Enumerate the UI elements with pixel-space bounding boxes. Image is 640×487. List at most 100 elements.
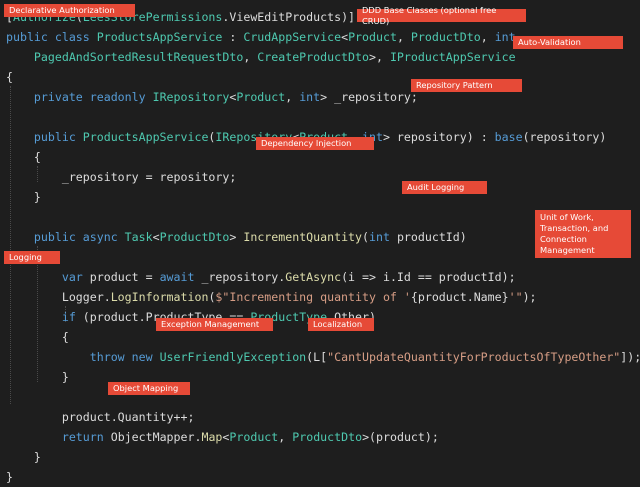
code-token: int — [299, 90, 321, 104]
code-token: base — [494, 130, 523, 144]
code-token: int — [369, 230, 390, 244]
annotation-object-mapping: Object Mapping — [108, 382, 190, 395]
code-token: GetAsync — [285, 270, 342, 284]
annotation-logging: Logging — [4, 251, 60, 264]
annotation-localization: Localization — [308, 318, 374, 331]
code-token: > — [229, 230, 244, 244]
code-token: ( — [362, 230, 370, 244]
code-line: Logger.LogInformation($"Incrementing qua… — [6, 287, 537, 307]
annotation-unit-of-work: Unit of Work, Transaction, and Connectio… — [535, 210, 631, 258]
code-line: } — [6, 447, 41, 467]
code-token: await — [159, 270, 195, 284]
code-token: , — [278, 430, 293, 444]
code-token: private readonly — [6, 90, 153, 104]
code-token: $"Incrementing quantity of ' — [215, 290, 411, 304]
code-token: >, — [368, 50, 390, 64]
code-token: UserFriendlyException — [159, 350, 307, 364]
code-token: , — [243, 50, 258, 64]
code-token: "CantUpdateQuantityForProductsOfTypeOthe… — [327, 350, 621, 364]
code-token: LogInformation — [110, 290, 209, 304]
annotation-ddd-base-classes: DDD Base Classes (optional free CRUD) — [357, 5, 526, 26]
code-token: return — [61, 430, 104, 444]
annotation-declarative-authorization: Declarative Authorization — [4, 4, 135, 17]
code-token: IRepository — [152, 90, 230, 104]
code-token: public async — [6, 230, 125, 244]
code-token: '" — [508, 290, 523, 304]
annotation-dependency-injection: Dependency Injection — [256, 137, 374, 150]
code-token: product.Quantity++; — [6, 410, 195, 424]
code-token: , — [285, 90, 300, 104]
code-token: .ViewEditProducts)] — [222, 10, 356, 24]
code-token: { — [6, 330, 69, 344]
code-token: Task — [124, 230, 153, 244]
code-line: { — [6, 67, 13, 87]
code-line: public async Task<ProductDto> IncrementQ… — [6, 227, 467, 247]
code-token: Logger. — [6, 290, 111, 304]
code-token: _repository. — [194, 270, 286, 284]
code-editor[interactable]: [Authorize(LeesStorePermissions.ViewEdit… — [0, 0, 640, 484]
code-line: { — [6, 147, 41, 167]
code-line: { — [6, 327, 69, 347]
code-token: < — [341, 30, 349, 44]
code-token: , — [396, 30, 411, 44]
code-line: var product = await _repository.GetAsync… — [6, 267, 516, 287]
code-token: PagedAndSortedResultRequestDto — [33, 50, 244, 64]
code-token: public — [6, 130, 83, 144]
code-token: _repository = repository; — [6, 170, 237, 184]
annotation-audit-logging: Audit Logging — [402, 181, 487, 194]
code-token: } — [6, 450, 41, 464]
code-token: CreateProductDto — [257, 50, 369, 64]
code-line: _repository = repository; — [6, 167, 237, 187]
code-line: } — [6, 367, 69, 387]
code-line: return ObjectMapper.Map<Product, Product… — [6, 427, 439, 447]
code-token: product = — [82, 270, 160, 284]
code-token: ProductDto — [159, 230, 230, 244]
code-token: (i => i.Id == productId); — [341, 270, 516, 284]
code-line: private readonly IRepository<Product, in… — [6, 87, 418, 107]
code-token: } — [6, 370, 69, 384]
code-token: ); — [522, 290, 537, 304]
code-token: ProductsAppService — [96, 30, 223, 44]
code-token: throw new — [89, 350, 160, 364]
code-line: public class ProductsAppService : CrudAp… — [6, 27, 523, 47]
code-token: > repository) : — [382, 130, 495, 144]
code-token: > _repository; — [320, 90, 418, 104]
code-token: Product — [236, 90, 286, 104]
annotation-repository-pattern: Repository Pattern — [411, 79, 522, 92]
code-token: } — [6, 190, 41, 204]
code-token: IncrementQuantity — [243, 230, 363, 244]
code-token: ]); — [620, 350, 640, 364]
code-token: Product — [229, 430, 279, 444]
code-token: ObjectMapper. — [103, 430, 202, 444]
code-line: PagedAndSortedResultRequestDto, CreatePr… — [6, 47, 516, 67]
code-token: } — [6, 470, 13, 484]
code-token: (repository) — [522, 130, 607, 144]
code-token: , — [480, 30, 495, 44]
code-token: : — [222, 30, 244, 44]
code-line: } — [6, 467, 13, 487]
code-token: Product — [348, 30, 397, 44]
code-line: throw new UserFriendlyException(L["CantU… — [6, 347, 640, 367]
code-token: { — [6, 70, 13, 84]
code-token: < — [222, 430, 230, 444]
code-token: { — [6, 150, 41, 164]
code-token: ProductDto — [410, 30, 481, 44]
code-token: >(product); — [362, 430, 439, 444]
annotation-exception-management: Exception Management — [156, 318, 273, 331]
code-token: {product.Name} — [410, 290, 509, 304]
code-token: < — [152, 230, 160, 244]
code-token: Map — [201, 430, 223, 444]
code-line: product.Quantity++; — [6, 407, 195, 427]
code-line: } — [6, 187, 41, 207]
code-token: IProductAppService — [389, 50, 516, 64]
code-token: public class — [6, 30, 97, 44]
code-token: CrudAppService — [243, 30, 342, 44]
code-token: (L[ — [306, 350, 328, 364]
code-token: if — [61, 310, 76, 324]
code-token: ProductDto — [292, 430, 363, 444]
code-token: var — [61, 270, 83, 284]
